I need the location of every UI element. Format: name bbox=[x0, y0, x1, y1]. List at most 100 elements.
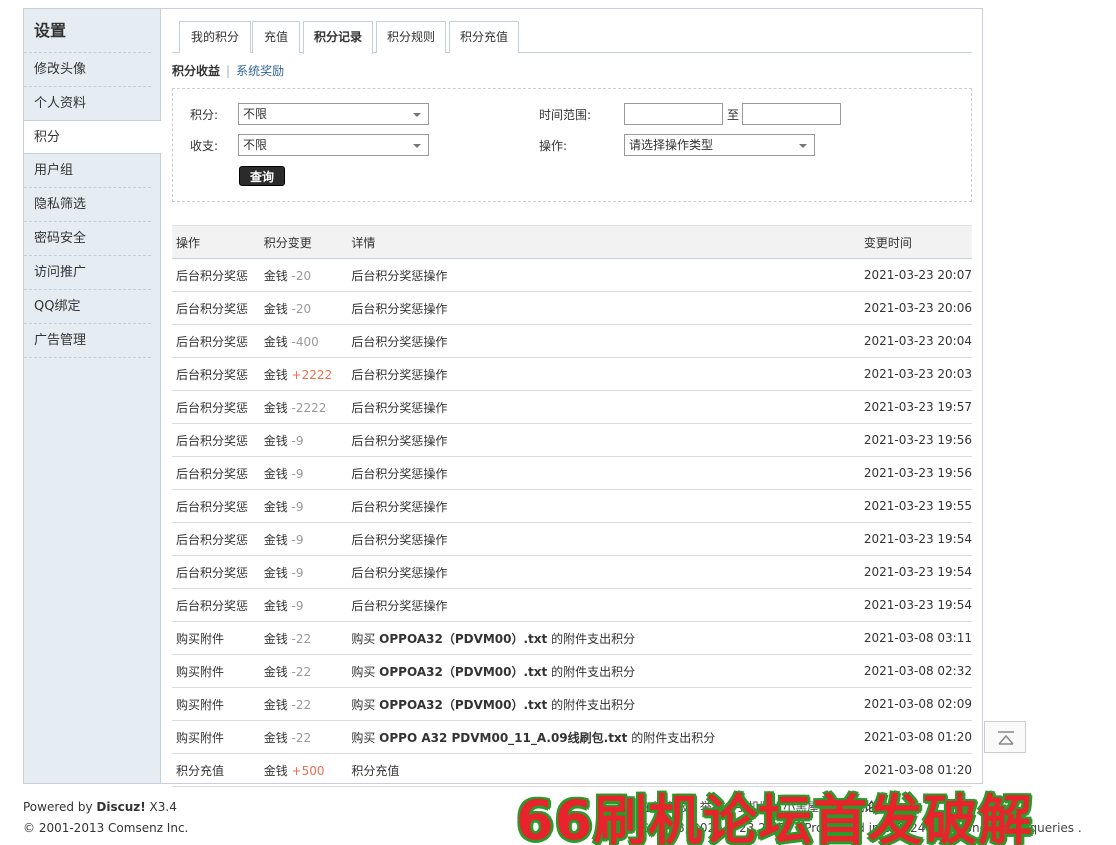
table-row: 后台积分奖惩 金钱 -20 后台积分奖惩操作 2021-03-23 20:07 bbox=[172, 258, 972, 292]
cell-detail: 后台积分奖惩操作 bbox=[347, 423, 860, 457]
credit-unit: 金钱 bbox=[263, 400, 288, 415]
discuz-link[interactable]: Discuz! bbox=[96, 800, 145, 814]
cell-operation: 后台积分奖惩 bbox=[172, 258, 260, 292]
tab[interactable]: 充值 bbox=[252, 21, 300, 53]
cell-operation: 购买附件 bbox=[172, 720, 260, 754]
cell-change: 金钱 +500 bbox=[259, 753, 348, 787]
back-to-top-button[interactable] bbox=[984, 721, 1026, 753]
sidebar-item[interactable]: 广告管理 bbox=[24, 324, 151, 358]
cell-time: 2021-03-23 19:54 bbox=[859, 588, 972, 622]
cell-change: 金钱 -22 bbox=[259, 654, 348, 688]
cell-operation: 后台积分奖惩 bbox=[172, 456, 260, 490]
cell-detail: 后台积分奖惩操作 bbox=[347, 357, 860, 391]
credit-unit: 金钱 bbox=[263, 598, 288, 613]
cell-detail: 后台积分奖惩操作 bbox=[347, 390, 860, 424]
subnav-current[interactable]: 积分收益 bbox=[172, 64, 220, 78]
cell-change: 金钱 -9 bbox=[259, 555, 348, 589]
tab[interactable]: 积分记录 bbox=[303, 21, 373, 54]
sidebar-item[interactable]: 访问推广 bbox=[24, 256, 151, 290]
tab[interactable]: 积分规则 bbox=[376, 21, 446, 53]
sidebar-item[interactable]: 隐私筛选 bbox=[24, 188, 151, 222]
table-row: 后台积分奖惩 金钱 -9 后台积分奖惩操作 2021-03-23 19:54 bbox=[172, 588, 972, 622]
table-row: 后台积分奖惩 金钱 -9 后台积分奖惩操作 2021-03-23 19:56 bbox=[172, 423, 972, 457]
cell-operation: 后台积分奖惩 bbox=[172, 522, 260, 556]
credit-select[interactable]: 不限 bbox=[238, 103, 429, 125]
table-row: 购买附件 金钱 -22 购买 OPPOA32（PDVM00）.txt 的附件支出积分… bbox=[172, 687, 972, 721]
tab[interactable]: 我的积分 bbox=[179, 21, 251, 53]
credit-delta: -22 bbox=[291, 730, 312, 745]
cell-detail: 购买 OPPOA32（PDVM00）.txt 的附件支出积分 bbox=[347, 654, 860, 688]
cell-change: 金钱 -20 bbox=[259, 291, 348, 325]
credit-unit: 金钱 bbox=[263, 730, 288, 745]
operation-select[interactable]: 请选择操作类型 bbox=[624, 134, 815, 156]
subnav-system-reward-link[interactable]: 系统奖励 bbox=[236, 64, 284, 78]
credit-label: 积分: bbox=[190, 108, 219, 122]
settings-sidebar: 设置 修改头像 个人资料 积分 用户组 隐私筛选 密码安全 访问推广 QQ绑定 广告管理 bbox=[24, 9, 161, 783]
income-expense-label: 收支: bbox=[190, 139, 219, 153]
credit-delta: -22 bbox=[291, 664, 312, 679]
footer-left: Powered by Discuz! X3.4 © 2001-2013 Coms… bbox=[23, 797, 188, 839]
credit-delta: -9 bbox=[291, 532, 304, 547]
credit-delta: -22 bbox=[291, 631, 312, 646]
income-expense-select-value: 不限 bbox=[243, 138, 268, 152]
table-row: 后台积分奖惩 金钱 -20 后台积分奖惩操作 2021-03-23 20:06 bbox=[172, 291, 972, 325]
cell-detail: 后台积分奖惩操作 bbox=[347, 258, 860, 292]
credit-delta: +500 bbox=[291, 763, 325, 778]
table-row: 后台积分奖惩 金钱 -9 后台积分奖惩操作 2021-03-23 19:55 bbox=[172, 489, 972, 523]
attachment-link[interactable]: OPPOA32（PDVM00）.txt bbox=[379, 698, 547, 712]
chevron-down-icon bbox=[413, 113, 421, 117]
filter-panel: 积分: 不限 时间范围: 至 收支: 不限 操作: 请选择操作类型 查询 bbox=[172, 88, 972, 202]
detail-text: 后台积分奖惩操作 bbox=[351, 268, 448, 283]
credit-unit: 金钱 bbox=[263, 334, 288, 349]
sidebar-item[interactable]: QQ绑定 bbox=[24, 290, 151, 324]
attachment-link[interactable]: OPPOA32（PDVM00）.txt bbox=[379, 665, 547, 679]
cell-operation: 后台积分奖惩 bbox=[172, 390, 260, 424]
query-button[interactable]: 查询 bbox=[239, 166, 285, 186]
sidebar-item[interactable]: 修改头像 bbox=[24, 53, 151, 87]
cell-detail: 购买 OPPOA32（PDVM00）.txt 的附件支出积分 bbox=[347, 621, 860, 655]
credit-tabs: 我的积分 充值 积分记录 积分规则 积分充值 bbox=[172, 21, 972, 54]
cell-time: 2021-03-23 19:56 bbox=[859, 423, 972, 457]
credit-delta: +2222 bbox=[291, 367, 333, 382]
table-row: 购买附件 金钱 -22 购买 OPPO A32 PDVM00_11_A.09线刷包.… bbox=[172, 720, 972, 754]
credit-log-table: 操作 积分变更 详情 变更时间 后台积分奖惩 金钱 -20 后台积分奖惩操作 2021… bbox=[172, 225, 972, 787]
arrow-up-icon bbox=[998, 731, 1014, 745]
time-start-input[interactable] bbox=[624, 103, 723, 125]
sidebar-menu: 修改头像 个人资料 积分 用户组 隐私筛选 密码安全 访问推广 QQ绑定 广告管理 bbox=[24, 53, 161, 358]
cell-time: 2021-03-08 03:11 bbox=[859, 621, 972, 655]
sidebar-item[interactable]: 用户组 bbox=[24, 154, 151, 188]
attachment-link[interactable]: OPPOA32（PDVM00）.txt bbox=[379, 632, 547, 646]
cell-operation: 积分充值 bbox=[172, 753, 260, 787]
detail-suffix: 的附件支出积分 bbox=[547, 664, 636, 679]
detail-prefix: 购买 bbox=[351, 631, 380, 646]
cell-time: 2021-03-08 02:09 bbox=[859, 687, 972, 721]
cell-change: 金钱 +2222 bbox=[259, 357, 348, 391]
credit-unit: 金钱 bbox=[263, 697, 288, 712]
table-row: 购买附件 金钱 -22 购买 OPPOA32（PDVM00）.txt 的附件支出积分… bbox=[172, 654, 972, 688]
time-end-input[interactable] bbox=[742, 103, 841, 125]
detail-suffix: 的附件支出积分 bbox=[627, 730, 716, 745]
cell-operation: 后台积分奖惩 bbox=[172, 324, 260, 358]
detail-text: 积分充值 bbox=[351, 763, 400, 778]
cell-change: 金钱 -22 bbox=[259, 720, 348, 754]
powered-by: Powered by Discuz! X3.4 bbox=[23, 797, 188, 818]
sidebar-item[interactable]: 密码安全 bbox=[24, 222, 151, 256]
time-range-label: 时间范围: bbox=[539, 108, 592, 122]
credit-delta: -20 bbox=[291, 268, 312, 283]
credit-unit: 金钱 bbox=[263, 763, 288, 778]
attachment-link[interactable]: OPPO A32 PDVM00_11_A.09线刷包.txt bbox=[379, 731, 627, 745]
income-expense-select[interactable]: 不限 bbox=[238, 134, 429, 156]
main-content: 我的积分 充值 积分记录 积分规则 积分充值 积分收益 | 系统奖励 积分: 不限 时间范围… bbox=[172, 21, 972, 787]
cell-detail: 购买 OPPO A32 PDVM00_11_A.09线刷包.txt 的附件支出积… bbox=[347, 720, 860, 754]
tab[interactable]: 积分充值 bbox=[449, 21, 519, 53]
detail-text: 后台积分奖惩操作 bbox=[351, 499, 448, 514]
credit-unit: 金钱 bbox=[263, 367, 288, 382]
cell-time: 2021-03-23 19:54 bbox=[859, 555, 972, 589]
copyright: © 2001-2013 Comsenz Inc. bbox=[23, 821, 189, 835]
sidebar-item[interactable]: 个人资料 bbox=[24, 87, 151, 121]
detail-text: 后台积分奖惩操作 bbox=[351, 565, 448, 580]
credit-delta: -9 bbox=[291, 499, 304, 514]
detail-prefix: 购买 bbox=[351, 697, 380, 712]
table-row: 后台积分奖惩 金钱 +2222 后台积分奖惩操作 2021-03-23 20:03 bbox=[172, 357, 972, 391]
sidebar-item[interactable]: 积分 bbox=[24, 120, 161, 154]
